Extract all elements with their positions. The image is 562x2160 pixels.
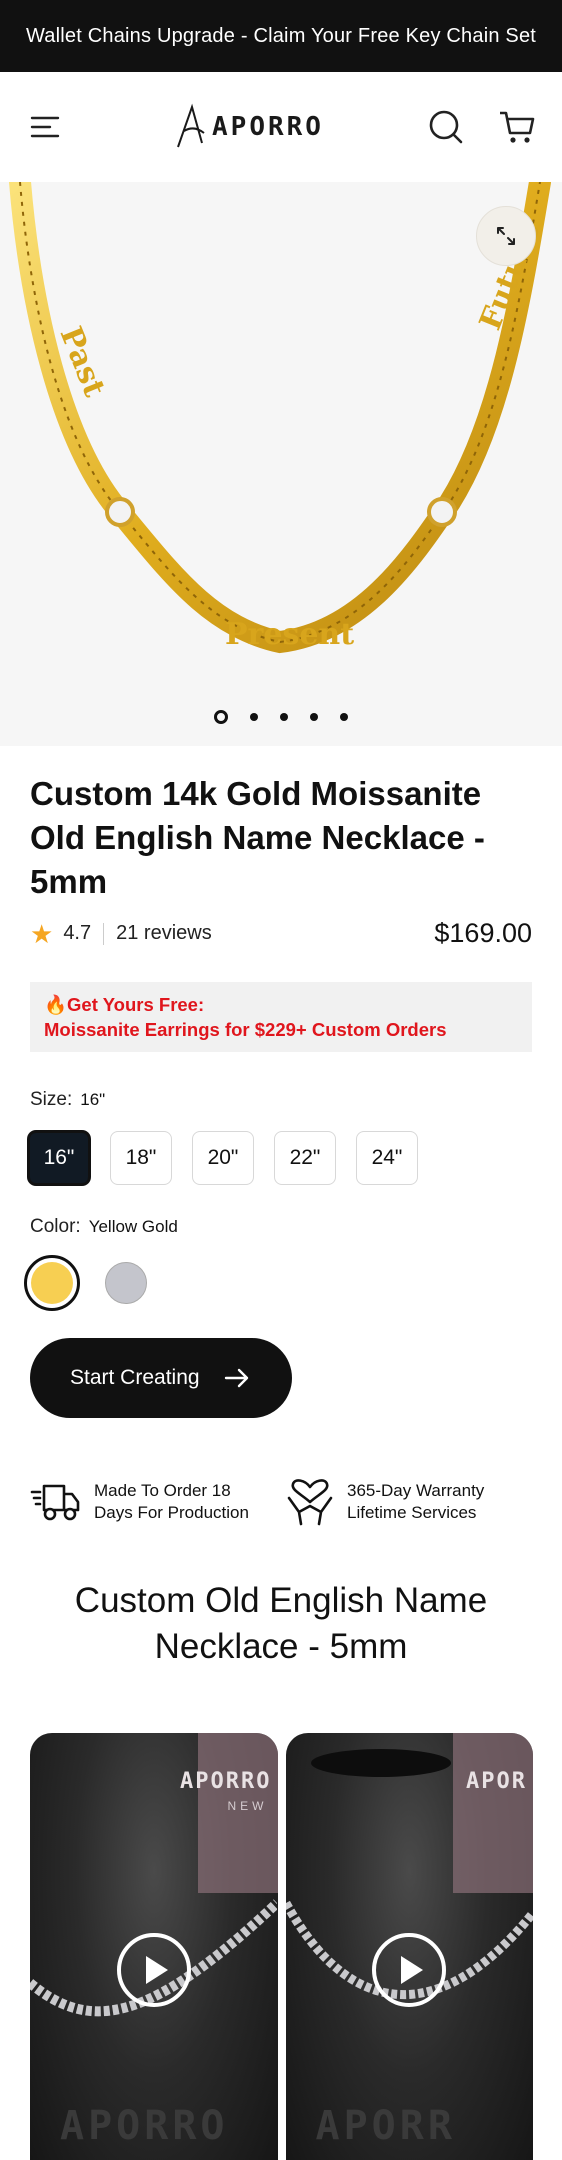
swatch-fill	[105, 1262, 147, 1304]
product-rating[interactable]: ★ 4.7 21 reviews	[30, 921, 212, 947]
arrow-right-icon	[224, 1368, 250, 1388]
size-options: 16" 18" 20" 22" 24"	[28, 1131, 418, 1185]
feature-line1: Made To Order 18	[94, 1481, 231, 1500]
size-option-22[interactable]: 22"	[274, 1131, 336, 1185]
fire-icon: 🔥	[44, 994, 68, 1015]
color-options	[24, 1255, 154, 1311]
size-label-row: Size: 16"	[30, 1089, 105, 1111]
color-label-row: Color: Yellow Gold	[30, 1216, 178, 1238]
site-header: APORRO	[0, 72, 562, 182]
section-title-line2: Necklace - 5mm	[154, 1627, 408, 1666]
size-option-16[interactable]: 16"	[28, 1131, 90, 1185]
expand-arrows-icon[interactable]	[476, 206, 536, 266]
rating-price-row: ★ 4.7 21 reviews $169.00	[30, 918, 532, 949]
swatch-fill	[31, 1262, 73, 1304]
color-swatch-white-gold[interactable]	[98, 1255, 154, 1311]
start-creating-button[interactable]: Start Creating	[30, 1338, 292, 1418]
size-option-18[interactable]: 18"	[110, 1131, 172, 1185]
video-watermark: APORRO	[60, 2103, 229, 2149]
gallery-dot[interactable]	[280, 713, 288, 721]
color-label: Color:	[30, 1216, 81, 1237]
gallery-pagination	[0, 710, 562, 724]
color-selected-value: Yellow Gold	[88, 1217, 178, 1236]
gallery-dot[interactable]	[310, 713, 318, 721]
cta-label: Start Creating	[70, 1366, 200, 1389]
gallery-dot[interactable]	[250, 713, 258, 721]
review-count: 21 reviews	[116, 922, 212, 944]
promo-line1: Get Yours Free:	[67, 994, 205, 1015]
play-triangle	[145, 1956, 168, 1984]
rating-value: 4.7	[63, 922, 92, 944]
promo-line2: Moissanite Earrings for $229+ Custom Ord…	[44, 1019, 447, 1040]
announcement-text: Wallet Chains Upgrade - Claim Your Free …	[25, 24, 537, 47]
heart-hands-icon	[287, 1479, 333, 1526]
play-icon[interactable]	[372, 1933, 447, 2007]
search-icon[interactable]	[428, 109, 464, 145]
logo-mark-icon	[177, 103, 205, 148]
color-swatch-yellow-gold[interactable]	[24, 1255, 80, 1311]
video-watermark: APORR	[315, 2103, 456, 2149]
features-row: Made To Order 18 Days For Production 365…	[30, 1478, 540, 1526]
promo-banner: 🔥Get Yours Free: Moissanite Earrings for…	[30, 982, 532, 1052]
logo-text: APORRO	[212, 112, 324, 142]
feature-line1: 365-Day Warranty	[347, 1481, 485, 1500]
video-card[interactable]: APOR APORR	[285, 1733, 533, 2160]
gallery-dot[interactable]	[340, 713, 348, 721]
section-title: Custom Old English Name Necklace - 5mm	[0, 1578, 562, 1670]
product-gallery[interactable]: Past Present Future	[0, 182, 562, 746]
announcement-bar[interactable]: Wallet Chains Upgrade - Claim Your Free …	[0, 0, 562, 72]
hamburger-menu-icon[interactable]	[30, 115, 62, 139]
delivery-truck-icon	[30, 1484, 80, 1521]
star-icon: ★	[30, 918, 54, 949]
product-title: Custom 14k Gold Moissanite Old English N…	[30, 775, 485, 900]
play-triangle	[401, 1956, 424, 1984]
play-icon[interactable]	[116, 1933, 191, 2007]
cart-icon[interactable]	[498, 109, 536, 145]
size-option-24[interactable]: 24"	[356, 1131, 418, 1185]
size-selected-value: 16"	[80, 1090, 106, 1109]
feature-production: Made To Order 18 Days For Production	[30, 1478, 285, 1526]
divider	[103, 922, 105, 945]
size-label: Size:	[30, 1089, 73, 1110]
feature-warranty: 365-Day Warranty Lifetime Services	[285, 1478, 540, 1526]
size-option-20[interactable]: 20"	[192, 1131, 254, 1185]
product-price: $169.00	[434, 918, 532, 948]
product-image: Past Present Future	[9, 182, 551, 654]
video-card[interactable]: APORRO NEW APORRO	[30, 1733, 278, 2160]
feature-line2: Days For Production	[94, 1503, 249, 1522]
plate-text-present: Present	[225, 617, 354, 652]
feature-line2: Lifetime Services	[347, 1503, 477, 1522]
brand-logo[interactable]: APORRO	[174, 103, 324, 151]
video-carousel: APORRO NEW APORRO APOR APORR	[30, 1733, 533, 2160]
section-title-line1: Custom Old English Name	[74, 1581, 488, 1620]
gallery-dot[interactable]	[214, 710, 228, 724]
